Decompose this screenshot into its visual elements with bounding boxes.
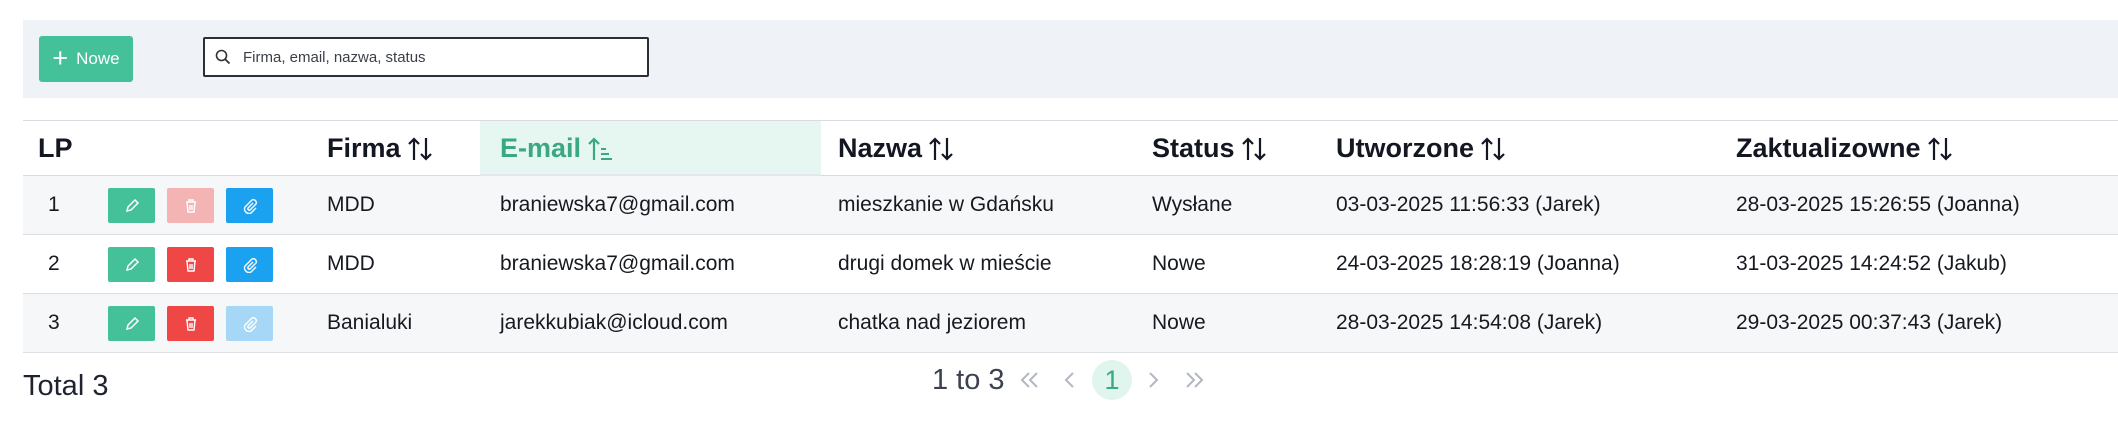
attach-button[interactable]	[226, 188, 273, 223]
cell-lp: 2	[48, 252, 60, 275]
paperclip-icon	[243, 257, 257, 273]
delete-button[interactable]	[167, 247, 214, 282]
next-page-icon[interactable]	[1143, 360, 1163, 400]
plus-icon: +	[52, 42, 69, 73]
header-nazwa[interactable]: Nazwa	[838, 121, 954, 176]
delete-button[interactable]	[167, 188, 214, 223]
search-input[interactable]	[241, 47, 645, 67]
header-status[interactable]: Status	[1152, 121, 1267, 176]
table-row: 2 MDD braniewska7@gmail.com drugi domek …	[23, 235, 2118, 294]
cell-email: braniewska7@gmail.com	[500, 252, 735, 275]
total-count: Total 3	[23, 370, 109, 402]
cell-email: jarekkubiak@icloud.com	[500, 311, 728, 334]
search-box[interactable]	[203, 37, 649, 77]
header-email[interactable]: E-mail	[480, 121, 821, 177]
cell-nazwa: mieszkanie w Gdańsku	[838, 193, 1054, 216]
header-utworzone[interactable]: Utworzone	[1336, 121, 1506, 176]
cell-firma: Banialuki	[327, 311, 413, 334]
cell-nazwa: drugi domek w mieście	[838, 252, 1052, 275]
table-header: LP Firma E-mail Nazwa Status Utworzone Z…	[23, 120, 2118, 177]
first-page-icon[interactable]	[1016, 360, 1044, 400]
cell-firma: MDD	[327, 252, 375, 275]
cell-zaktualizowne: 29-03-2025 00:37:43 (Jarek)	[1736, 311, 2003, 334]
cell-zaktualizowne: 28-03-2025 15:26:55 (Joanna)	[1736, 193, 2020, 216]
sort-both-icon[interactable]	[928, 135, 954, 163]
paperclip-icon	[243, 198, 257, 214]
cell-status: Nowe	[1152, 311, 1206, 334]
header-lp: LP	[38, 133, 73, 163]
sort-ascending-icon[interactable]	[587, 135, 615, 163]
cell-status: Nowe	[1152, 252, 1206, 275]
cell-lp: 1	[48, 193, 60, 216]
last-page-icon[interactable]	[1180, 360, 1208, 400]
prev-page-icon[interactable]	[1060, 360, 1080, 400]
paperclip-icon	[243, 316, 257, 332]
toolbar: + Nowe	[23, 20, 2118, 98]
pencil-icon	[125, 198, 139, 212]
table-row: 1 MDD braniewska7@gmail.com mieszkanie w…	[23, 176, 2118, 235]
page-current[interactable]: 1	[1092, 360, 1132, 400]
table-row: 3 Banialuki jarekkubiak@icloud.com chatk…	[23, 294, 2118, 353]
new-button-label: Nowe	[76, 49, 120, 68]
cell-firma: MDD	[327, 193, 375, 216]
edit-button[interactable]	[108, 188, 155, 223]
delete-button[interactable]	[167, 306, 214, 341]
cell-zaktualizowne: 31-03-2025 14:24:52 (Jakub)	[1736, 252, 2007, 275]
attach-button[interactable]	[226, 306, 273, 341]
cell-utworzone: 03-03-2025 11:56:33 (Jarek)	[1336, 193, 1601, 216]
edit-button[interactable]	[108, 247, 155, 282]
sort-both-icon[interactable]	[1927, 135, 1953, 163]
cell-utworzone: 24-03-2025 18:28:19 (Joanna)	[1336, 252, 1620, 275]
trash-icon	[185, 257, 196, 272]
pagination-range: 1 to 3	[932, 364, 1005, 396]
search-icon	[215, 49, 231, 65]
header-zaktualizowne[interactable]: Zaktualizowne	[1736, 121, 1953, 176]
sort-both-icon[interactable]	[407, 135, 433, 163]
sort-both-icon[interactable]	[1480, 135, 1506, 163]
cell-status: Wysłane	[1152, 193, 1233, 216]
edit-button[interactable]	[108, 306, 155, 341]
trash-icon	[185, 198, 196, 213]
cell-utworzone: 28-03-2025 14:54:08 (Jarek)	[1336, 311, 1603, 334]
sort-both-icon[interactable]	[1241, 135, 1267, 163]
data-table: LP Firma E-mail Nazwa Status Utworzone Z…	[23, 120, 2118, 353]
trash-icon	[185, 316, 196, 331]
cell-email: braniewska7@gmail.com	[500, 193, 735, 216]
pencil-icon	[125, 257, 139, 271]
pencil-icon	[125, 316, 139, 330]
cell-nazwa: chatka nad jeziorem	[838, 311, 1026, 334]
cell-lp: 3	[48, 311, 60, 334]
attach-button[interactable]	[226, 247, 273, 282]
header-firma[interactable]: Firma	[327, 121, 433, 176]
new-button[interactable]: + Nowe	[39, 36, 133, 82]
